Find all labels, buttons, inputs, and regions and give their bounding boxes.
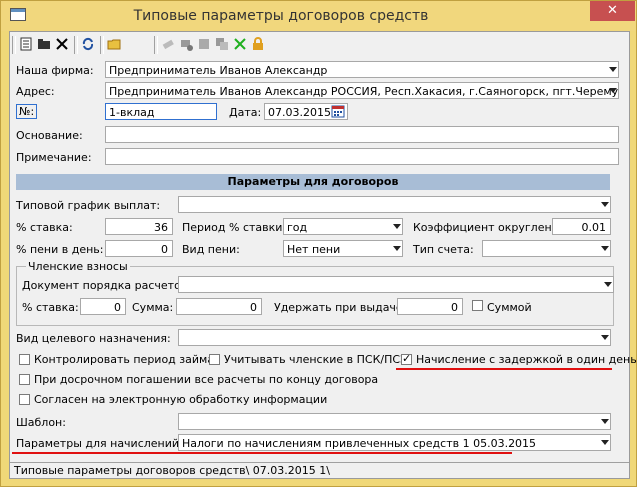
chevron-down-icon[interactable] bbox=[604, 282, 612, 287]
check-icon[interactable] bbox=[232, 37, 248, 53]
sum-checkbox-label: Суммой bbox=[487, 301, 532, 314]
purpose-label: Вид целевого назначения: bbox=[16, 332, 171, 345]
rate-field[interactable]: 36 bbox=[105, 218, 173, 235]
schedule-combo[interactable] bbox=[178, 196, 611, 213]
window-title: Типовые параметры договоров средств bbox=[133, 8, 429, 24]
member-rate-field[interactable]: 0 bbox=[80, 298, 126, 315]
member-sum-label: Сумма: bbox=[132, 301, 174, 314]
toolbar-separator bbox=[154, 36, 158, 54]
rate-period-value: год bbox=[287, 221, 308, 234]
chevron-down-icon[interactable] bbox=[601, 335, 609, 340]
delayed-accrual-checkbox[interactable] bbox=[401, 352, 412, 365]
eraser-icon[interactable] bbox=[160, 37, 176, 53]
number-field[interactable]: 1-вклад bbox=[105, 103, 217, 120]
template-combo[interactable] bbox=[178, 413, 611, 430]
number-label: №: bbox=[16, 104, 38, 119]
rate-period-combo[interactable]: год bbox=[283, 218, 403, 235]
penalty-type-combo[interactable]: Нет пени bbox=[283, 240, 403, 257]
early-repay-checkbox[interactable] bbox=[19, 374, 30, 385]
note-label: Примечание: bbox=[16, 151, 92, 164]
address-combo[interactable]: Предприниматель Иванов Александр РОССИЯ,… bbox=[105, 82, 619, 99]
folder-icon[interactable] bbox=[106, 37, 122, 53]
template-label: Шаблон: bbox=[16, 416, 66, 429]
date-value: 07.03.2015 bbox=[268, 106, 331, 119]
delete-icon[interactable] bbox=[54, 37, 70, 53]
sum-checkbox[interactable] bbox=[472, 300, 483, 311]
toolbar bbox=[12, 34, 626, 56]
open-folder-icon[interactable] bbox=[36, 37, 52, 53]
chevron-down-icon[interactable] bbox=[601, 202, 609, 207]
account-fees-label: Учитывать членские в ПСК/ПСЗ bbox=[224, 353, 408, 366]
chevron-down-icon[interactable] bbox=[609, 88, 617, 93]
section-header: Параметры для договоров bbox=[16, 174, 610, 190]
schedule-label: Типовой график выплат: bbox=[16, 199, 161, 212]
note-field[interactable] bbox=[105, 148, 619, 165]
chevron-down-icon[interactable] bbox=[601, 440, 609, 445]
rate-period-label: Период % ставки: bbox=[182, 221, 287, 234]
close-button[interactable]: ✕ bbox=[590, 1, 635, 21]
copy-icon[interactable] bbox=[214, 37, 230, 53]
round-label: Коэффициент округления: bbox=[413, 221, 570, 234]
basis-label: Основание: bbox=[16, 129, 83, 142]
chevron-down-icon[interactable] bbox=[393, 246, 401, 251]
highlight-underline bbox=[396, 368, 612, 370]
main-window: Типовые параметры договоров средств ✕ На… bbox=[0, 0, 637, 487]
penalty-label: % пени в день: bbox=[16, 243, 104, 256]
firm-label: Наша фирма: bbox=[16, 64, 94, 77]
doc-order-label: Документ порядка расчетов: bbox=[22, 279, 192, 292]
member-fees-group bbox=[16, 266, 614, 326]
highlight-underline bbox=[12, 452, 512, 454]
control-period-checkbox[interactable] bbox=[19, 354, 30, 365]
address-value: Предприниматель Иванов Александр РОССИЯ,… bbox=[109, 85, 619, 98]
chevron-down-icon[interactable] bbox=[393, 224, 401, 229]
member-sum-field[interactable]: 0 bbox=[176, 298, 262, 315]
delayed-accrual-label: Начисление с задержкой в один день bbox=[416, 353, 637, 366]
status-bar: Типовые параметры договоров средств\ 07.… bbox=[10, 462, 629, 478]
chevron-down-icon[interactable] bbox=[601, 419, 609, 424]
withhold-label: Удержать при выдаче: bbox=[274, 301, 407, 314]
withhold-field[interactable]: 0 bbox=[397, 298, 463, 315]
toolbar-grip bbox=[12, 36, 16, 54]
doc-order-combo[interactable] bbox=[178, 276, 614, 293]
address-label: Адрес: bbox=[16, 85, 55, 98]
cut-icon[interactable] bbox=[196, 37, 212, 53]
toolbar-separator bbox=[100, 36, 104, 54]
chevron-down-icon[interactable] bbox=[601, 246, 609, 251]
chevron-down-icon[interactable] bbox=[609, 67, 617, 72]
accrual-label: Параметры для начислений: bbox=[16, 437, 183, 450]
account-type-label: Тип счета: bbox=[413, 243, 474, 256]
account-type-combo[interactable] bbox=[482, 240, 611, 257]
penalty-field[interactable]: 0 bbox=[105, 240, 173, 257]
firm-combo[interactable]: Предприниматель Иванов Александр bbox=[105, 61, 619, 78]
lock-icon[interactable] bbox=[250, 37, 266, 53]
round-field[interactable]: 0.01 bbox=[552, 218, 611, 235]
control-period-label: Контролировать период займа bbox=[34, 353, 215, 366]
penalty-type-label: Вид пени: bbox=[182, 243, 240, 256]
penalty-type-value: Нет пени bbox=[287, 243, 341, 256]
stamp-icon[interactable] bbox=[178, 37, 194, 53]
calendar-icon[interactable] bbox=[331, 104, 345, 118]
accrual-combo[interactable]: Налоги по начислениям привлеченных средс… bbox=[178, 434, 611, 451]
client-area: Наша фирма: Предприниматель Иванов Алекс… bbox=[9, 31, 637, 479]
early-repay-label: При досрочном погашении все расчеты по к… bbox=[34, 373, 379, 386]
firm-value: Предприниматель Иванов Александр bbox=[109, 64, 328, 77]
consent-checkbox[interactable] bbox=[19, 394, 30, 405]
account-fees-checkbox[interactable] bbox=[209, 354, 220, 365]
basis-field[interactable] bbox=[105, 126, 619, 143]
accrual-value: Налоги по начислениям привлеченных средс… bbox=[182, 437, 537, 450]
title-bar[interactable]: Типовые параметры договоров средств ✕ bbox=[1, 1, 636, 31]
date-label: Дата: bbox=[229, 106, 262, 119]
consent-label: Согласен на электронную обработку информ… bbox=[34, 393, 328, 406]
rate-label: % ставка: bbox=[16, 221, 73, 234]
member-rate-label: % ставка: bbox=[22, 301, 79, 314]
purpose-combo[interactable] bbox=[178, 329, 611, 346]
member-fees-group-label: Членские взносы bbox=[26, 260, 130, 273]
document-icon[interactable] bbox=[18, 37, 34, 53]
refresh-icon[interactable] bbox=[80, 37, 96, 53]
toolbar-separator bbox=[74, 36, 78, 54]
